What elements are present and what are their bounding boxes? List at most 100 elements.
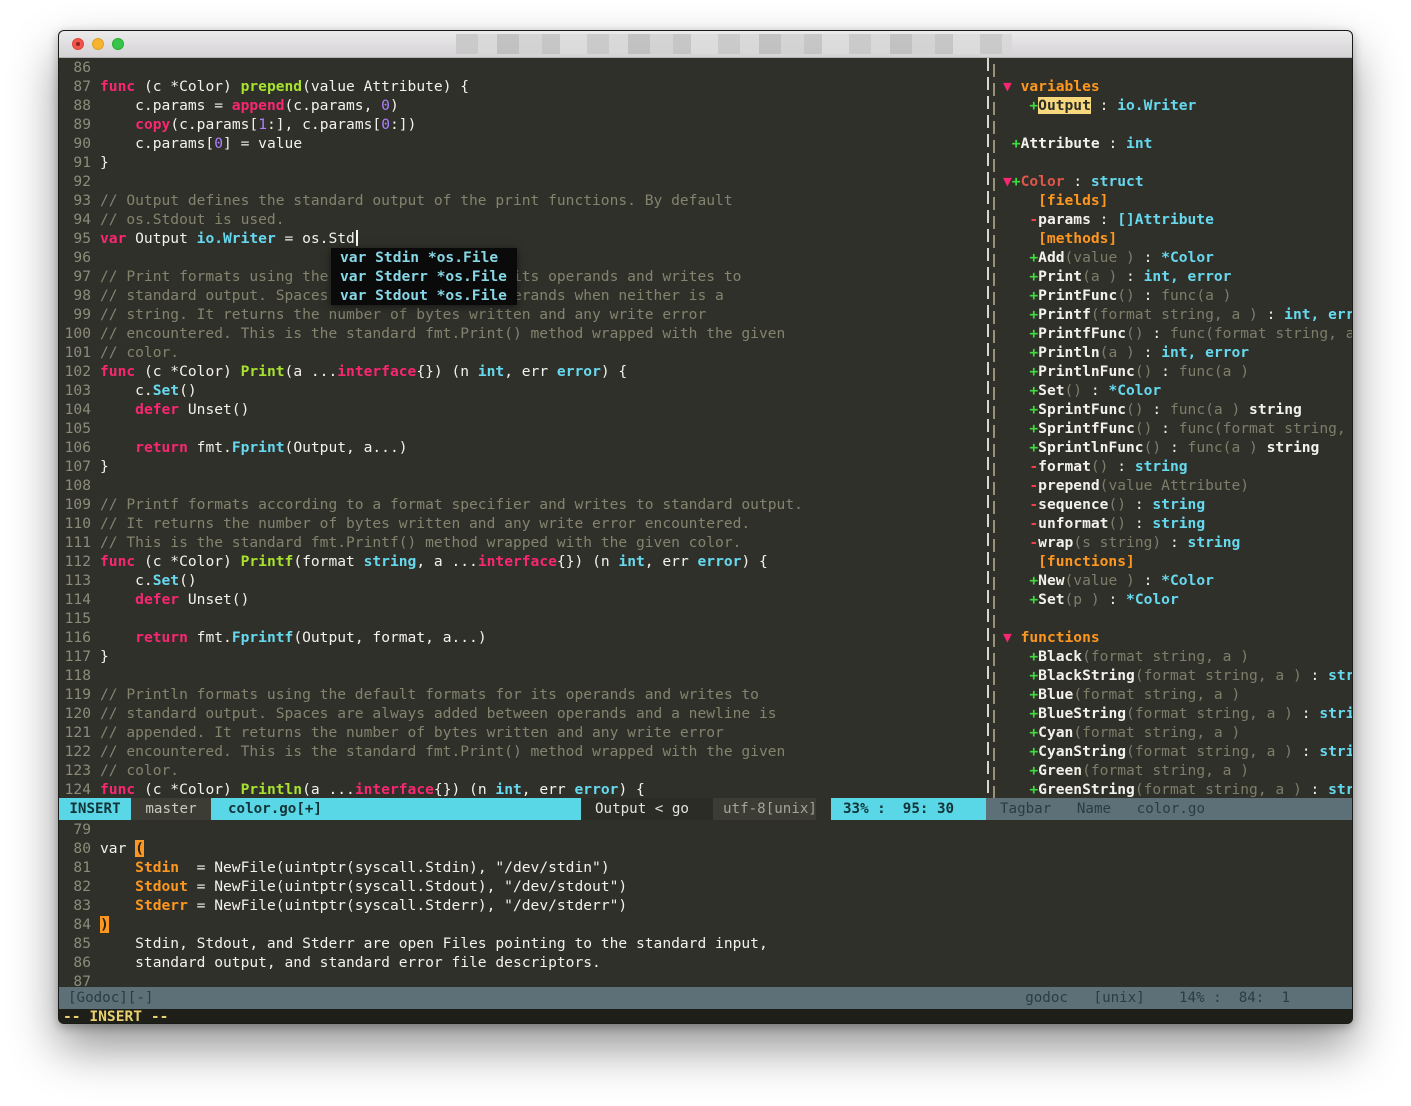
completion-item[interactable]: var Stdin *os.File xyxy=(340,248,507,267)
tagbar-item[interactable]: -wrap(s string) : string xyxy=(998,533,1352,552)
tagbar-item[interactable]: +SprintlnFunc() : func(a ) string xyxy=(998,438,1352,457)
code-line[interactable]: 117} xyxy=(59,647,984,666)
tagbar-item[interactable]: +SprintfFunc() : func(format string, a )… xyxy=(998,419,1352,438)
tagbar-item[interactable]: +New(value ) : *Color xyxy=(998,571,1352,590)
code-line[interactable]: 91} xyxy=(59,153,984,172)
code-line[interactable]: 95var Output io.Writer = os.Std xyxy=(59,229,984,248)
code-line[interactable]: 108 xyxy=(59,476,984,495)
code-line[interactable]: 86 xyxy=(59,58,984,77)
tagbar-item[interactable]: +Add(value ) : *Color xyxy=(998,248,1352,267)
line-number: 85 xyxy=(59,934,91,953)
tagbar-item[interactable]: -format() : string xyxy=(998,457,1352,476)
tagbar-item[interactable] xyxy=(998,609,1352,628)
tagbar-item[interactable]: +SprintFunc() : func(a ) string xyxy=(998,400,1352,419)
tagbar-item[interactable]: +Attribute : int xyxy=(998,134,1352,153)
code-line[interactable]: 116 return fmt.Fprintf(Output, format, a… xyxy=(59,628,984,647)
tagbar-item[interactable]: [functions] xyxy=(998,552,1352,571)
code-line[interactable]: 119// Println formats using the default … xyxy=(59,685,984,704)
code-line[interactable]: 98// standard output. Spaces are added b… xyxy=(59,286,984,305)
tagbar-item[interactable] xyxy=(998,58,1352,77)
tagbar-item[interactable]: +Set(p ) : *Color xyxy=(998,590,1352,609)
tagbar-item[interactable]: -unformat() : string xyxy=(998,514,1352,533)
code-line[interactable]: 115 xyxy=(59,609,984,628)
code-line[interactable]: 118 xyxy=(59,666,984,685)
main-editor-pane[interactable]: 8687func (c *Color) prepend(value Attrib… xyxy=(59,58,984,798)
tagbar-item[interactable]: +Printf(format string, a ) : int, error xyxy=(998,305,1352,324)
code-line[interactable]: 102func (c *Color) Print(a ...interface{… xyxy=(59,362,984,381)
code-line[interactable]: 104 defer Unset() xyxy=(59,400,984,419)
code-line[interactable]: 92 xyxy=(59,172,984,191)
code-line[interactable]: 109// Printf formats according to a form… xyxy=(59,495,984,514)
tagbar-item[interactable] xyxy=(998,153,1352,172)
tagbar-item[interactable]: +BlackString(format string, a ) : string xyxy=(998,666,1352,685)
code-line[interactable]: 89 copy(c.params[1:], c.params[0:]) xyxy=(59,115,984,134)
godoc-line[interactable]: 84) xyxy=(59,915,1352,934)
tagbar-item[interactable]: +CyanString(format string, a ) : string xyxy=(998,742,1352,761)
tagbar-item[interactable]: +PrintFunc() : func(a ) xyxy=(998,286,1352,305)
tagbar-item[interactable]: -sequence() : string xyxy=(998,495,1352,514)
tagbar-item[interactable]: +Set() : *Color xyxy=(998,381,1352,400)
code-line[interactable]: 123// color. xyxy=(59,761,984,780)
code-line[interactable]: 94// os.Stdout is used. xyxy=(59,210,984,229)
tagbar-item[interactable]: +GreenString(format string, a ) : string xyxy=(998,780,1352,798)
completion-item[interactable]: var Stderr *os.File xyxy=(340,267,507,286)
tagbar-item[interactable]: +Print(a ) : int, error xyxy=(998,267,1352,286)
code-line[interactable]: 121// appended. It returns the number of… xyxy=(59,723,984,742)
tagbar-item[interactable]: +Green(format string, a ) xyxy=(998,761,1352,780)
code-line[interactable]: 103 c.Set() xyxy=(59,381,984,400)
minimize-button[interactable] xyxy=(92,38,104,50)
code-line[interactable]: 99// string. It returns the number of by… xyxy=(59,305,984,324)
godoc-line[interactable]: 86 standard output, and standard error f… xyxy=(59,953,1352,972)
code-line[interactable]: 100// encountered. This is the standard … xyxy=(59,324,984,343)
godoc-pane[interactable]: 7980var (81 Stdin = NewFile(uintptr(sysc… xyxy=(59,820,1352,987)
code-line[interactable]: 88 c.params = append(c.params, 0) xyxy=(59,96,984,115)
tagbar-item[interactable]: +PrintlnFunc() : func(a ) xyxy=(998,362,1352,381)
tagbar-item[interactable]: +Cyan(format string, a ) xyxy=(998,723,1352,742)
tagbar-item[interactable] xyxy=(998,115,1352,134)
code-line[interactable]: 110// It returns the number of bytes wri… xyxy=(59,514,984,533)
code-line[interactable]: 101// color. xyxy=(59,343,984,362)
code-line[interactable]: 106 return fmt.Fprint(Output, a...) xyxy=(59,438,984,457)
tagbar-item[interactable]: +Output : io.Writer xyxy=(998,96,1352,115)
godoc-line[interactable]: 82 Stdout = NewFile(uintptr(syscall.Stdo… xyxy=(59,877,1352,896)
window-titlebar[interactable] xyxy=(59,31,1352,58)
code-line[interactable]: 113 c.Set() xyxy=(59,571,984,590)
code-line[interactable]: 114 defer Unset() xyxy=(59,590,984,609)
code-line[interactable]: 120// standard output. Spaces are always… xyxy=(59,704,984,723)
godoc-line[interactable]: 80var ( xyxy=(59,839,1352,858)
tagbar-item[interactable]: +Black(format string, a ) xyxy=(998,647,1352,666)
tagbar-item[interactable]: -prepend(value Attribute) xyxy=(998,476,1352,495)
code-line[interactable]: 97// Print formats using the default for… xyxy=(59,267,984,286)
godoc-line[interactable]: 81 Stdin = NewFile(uintptr(syscall.Stdin… xyxy=(59,858,1352,877)
zoom-button[interactable] xyxy=(112,38,124,50)
code-line[interactable]: 87func (c *Color) prepend(value Attribut… xyxy=(59,77,984,96)
tagbar-item[interactable]: +Blue(format string, a ) xyxy=(998,685,1352,704)
tagbar-item[interactable]: +BlueString(format string, a ) : string xyxy=(998,704,1352,723)
godoc-line[interactable]: 83 Stderr = NewFile(uintptr(syscall.Stde… xyxy=(59,896,1352,915)
godoc-line[interactable]: 87 xyxy=(59,972,1352,987)
godoc-line[interactable]: 79 xyxy=(59,820,1352,839)
code-line[interactable]: 112func (c *Color) Printf(format string,… xyxy=(59,552,984,571)
tagbar-item[interactable]: +Println(a ) : int, error xyxy=(998,343,1352,362)
tagbar-item[interactable]: ▼+Color : struct xyxy=(998,172,1352,191)
code-line[interactable]: 96 xyxy=(59,248,984,267)
tagbar-pane[interactable]: ▼ variables +Output : io.Writer +Attribu… xyxy=(998,58,1352,798)
godoc-line[interactable]: 85 Stdin, Stdout, and Stderr are open Fi… xyxy=(59,934,1352,953)
code-line[interactable]: 124func (c *Color) Println(a ...interfac… xyxy=(59,780,984,798)
tagbar-item[interactable]: +PrintfFunc() : func(format string, a ) xyxy=(998,324,1352,343)
code-line[interactable]: 107} xyxy=(59,457,984,476)
code-line[interactable]: 105 xyxy=(59,419,984,438)
tagbar-item[interactable]: [fields] xyxy=(998,191,1352,210)
vertical-split-separator[interactable] xyxy=(984,58,998,798)
tagbar-item[interactable]: [methods] xyxy=(998,229,1352,248)
completion-item[interactable]: var Stdout *os.File xyxy=(340,286,507,305)
code-line[interactable]: 111// This is the standard fmt.Printf() … xyxy=(59,533,984,552)
tagbar-item[interactable]: ▼ functions xyxy=(998,628,1352,647)
code-line[interactable]: 93// Output defines the standard output … xyxy=(59,191,984,210)
line-number: 122 xyxy=(59,742,91,761)
tagbar-item[interactable]: -params : []Attribute xyxy=(998,210,1352,229)
tagbar-item[interactable]: ▼ variables xyxy=(998,77,1352,96)
code-line[interactable]: 90 c.params[0] = value xyxy=(59,134,984,153)
code-line[interactable]: 122// encountered. This is the standard … xyxy=(59,742,984,761)
close-button[interactable] xyxy=(72,38,84,50)
